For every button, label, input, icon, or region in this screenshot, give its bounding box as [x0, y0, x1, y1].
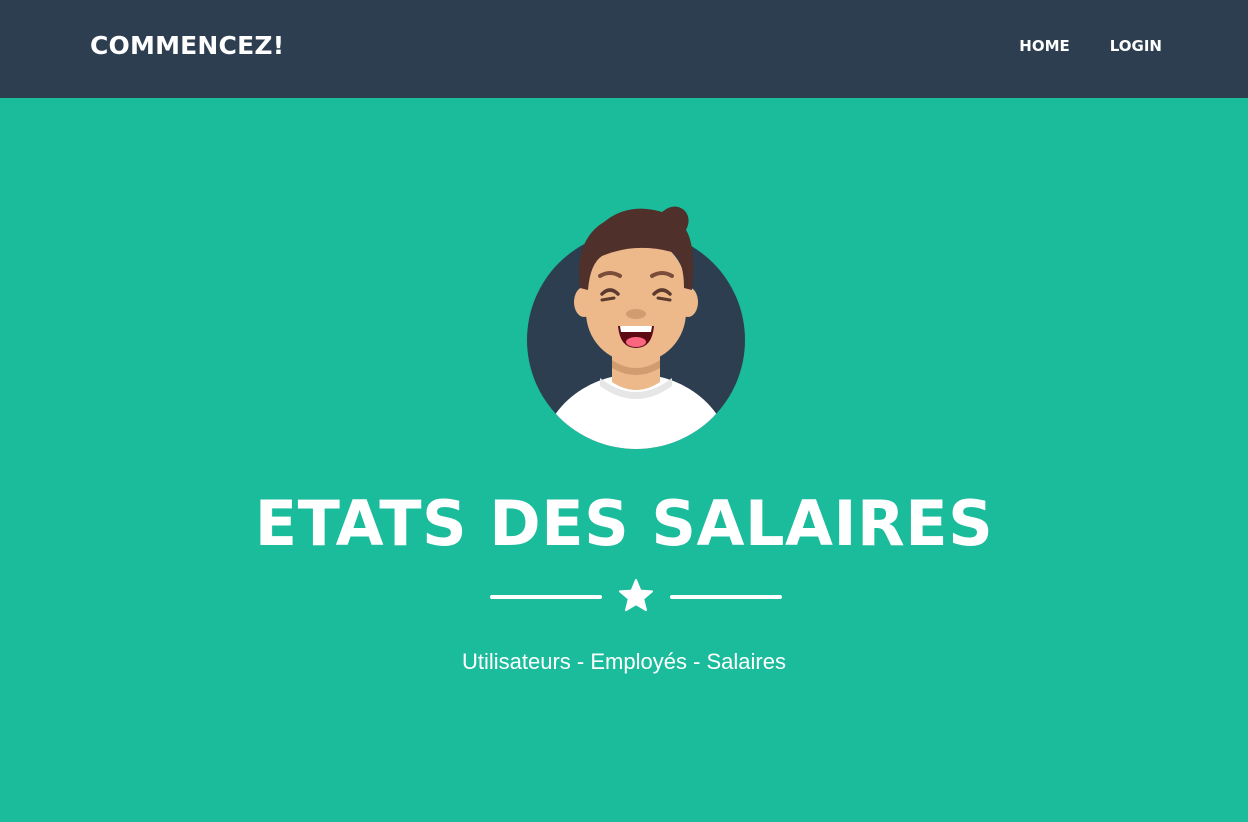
subtitle: Utilisateurs - Employés - Salaires: [462, 649, 786, 674]
nav-links: HOME LOGIN: [979, 36, 1162, 56]
star-divider: [490, 576, 782, 616]
avatar-icon: [527, 206, 745, 449]
divider-line-right: [670, 595, 782, 599]
nav-link-login[interactable]: LOGIN: [1110, 36, 1162, 56]
page-title: ETATS DES SALAIRES: [254, 487, 994, 560]
star-icon: [619, 579, 653, 612]
divider-line-left: [490, 595, 602, 599]
nav-link-home[interactable]: HOME: [1019, 36, 1069, 56]
navbar: COMMENCEZ! HOME LOGIN: [0, 0, 1248, 98]
brand-link[interactable]: COMMENCEZ!: [90, 30, 284, 62]
